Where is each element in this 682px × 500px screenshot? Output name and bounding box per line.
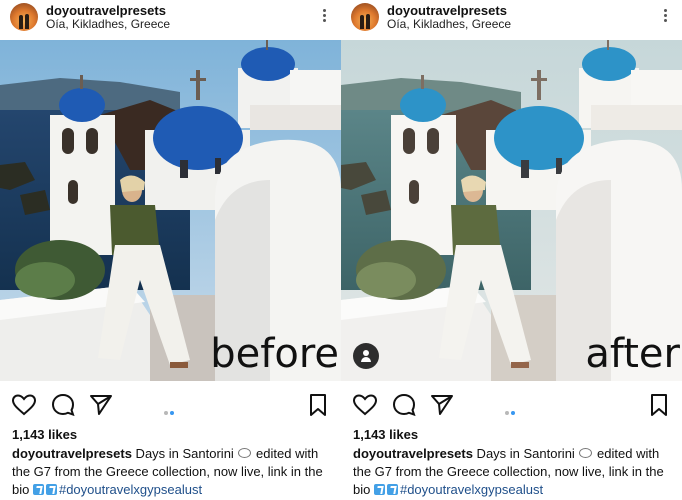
speech-bubble-icon — [238, 448, 252, 458]
likes-count[interactable]: 1,143 likes — [353, 427, 418, 442]
carousel-indicator — [163, 402, 175, 415]
username[interactable]: doyoutravelpresets — [46, 3, 166, 18]
hashtag-link[interactable]: #doyoutravelxgypsealust — [59, 482, 202, 497]
post-header: doyoutravelpresets Oía, Kikladhes, Greec… — [341, 0, 682, 40]
flag-icon — [32, 484, 44, 495]
heart-icon[interactable] — [11, 392, 37, 418]
santorini-photo — [0, 40, 341, 381]
action-bar — [0, 383, 341, 425]
avatar[interactable] — [351, 3, 379, 31]
caption: doyoutravelpresets Days in Santorini edi… — [353, 445, 678, 499]
caption-text: Days in Santorini — [131, 446, 238, 461]
hashtag-link[interactable]: #doyoutravelxgypsealust — [400, 482, 543, 497]
post-photo[interactable]: after — [341, 40, 682, 381]
caption: doyoutravelpresets Days in Santorini edi… — [12, 445, 337, 499]
paper-plane-icon[interactable] — [88, 392, 114, 418]
more-vertical-icon[interactable] — [319, 7, 329, 25]
caption-username[interactable]: doyoutravelpresets — [353, 446, 473, 461]
username[interactable]: doyoutravelpresets — [387, 3, 507, 18]
bookmark-icon[interactable] — [305, 392, 331, 418]
comment-icon[interactable] — [391, 392, 417, 418]
after-label: after — [585, 331, 680, 377]
speech-bubble-icon — [579, 448, 593, 458]
location[interactable]: Oía, Kikladhes, Greece — [387, 17, 511, 31]
caption-text: Days in Santorini — [472, 446, 579, 461]
paper-plane-icon[interactable] — [429, 392, 455, 418]
location[interactable]: Oía, Kikladhes, Greece — [46, 17, 170, 31]
before-label: before — [210, 331, 339, 377]
post-before: doyoutravelpresets Oía, Kikladhes, Greec… — [0, 0, 341, 500]
likes-count[interactable]: 1,143 likes — [12, 427, 77, 442]
post-header: doyoutravelpresets Oía, Kikladhes, Greec… — [0, 0, 341, 40]
person-tag-icon[interactable] — [353, 343, 379, 369]
action-bar — [341, 383, 682, 425]
flag-icon — [386, 484, 398, 495]
post-after: doyoutravelpresets Oía, Kikladhes, Greec… — [341, 0, 682, 500]
more-vertical-icon[interactable] — [660, 7, 670, 25]
avatar[interactable] — [10, 3, 38, 31]
santorini-photo — [341, 40, 682, 381]
caption-username[interactable]: doyoutravelpresets — [12, 446, 132, 461]
comment-icon[interactable] — [50, 392, 76, 418]
carousel-indicator — [504, 402, 516, 415]
flag-icon — [45, 484, 57, 495]
flag-icon — [373, 484, 385, 495]
post-photo[interactable]: before — [0, 40, 341, 381]
bookmark-icon[interactable] — [646, 392, 672, 418]
heart-icon[interactable] — [352, 392, 378, 418]
